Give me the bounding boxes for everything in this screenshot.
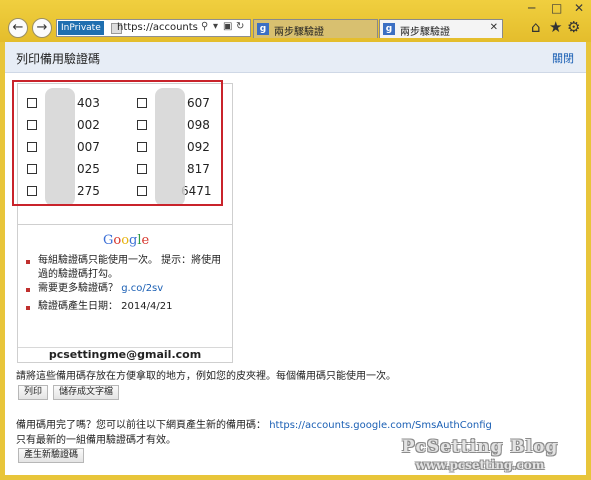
close-link[interactable]: 關閉 xyxy=(552,50,574,66)
tab-two-step-1[interactable]: g 兩步驟驗證 xyxy=(253,19,378,38)
regenerate-question: 備用碼用完了嗎？您可以前往以下網頁產生新的備用碼： xyxy=(16,420,266,431)
save-as-text-button[interactable]: 儲存成文字檔 xyxy=(53,385,120,400)
bullet-icon xyxy=(26,306,30,310)
generate-new-codes-button[interactable]: 產生新驗證碼 xyxy=(18,448,85,463)
print-button[interactable]: 列印 xyxy=(18,385,49,400)
page-title: 列印備用驗證碼 xyxy=(16,52,101,66)
minimize-button[interactable]: ─ xyxy=(528,2,535,14)
blog-watermark: PcSetting Blog www.pcsetting.com xyxy=(390,437,570,472)
page-content: 列印備用驗證碼 關閉 403 002 007 025 275 607 098 0… xyxy=(5,42,586,475)
note-usage: 每組驗證碼只能使用一次。 提示：將使用過的驗證碼打勾。 xyxy=(38,255,222,280)
watermark-title: PcSetting Blog xyxy=(401,437,559,457)
back-arrow-icon: ← xyxy=(12,20,24,35)
tab-close-icon[interactable]: ✕ xyxy=(490,22,498,33)
tab-label: 兩步驟驗證 xyxy=(274,27,324,38)
storage-instructions: 請將這些備用碼存放在方便拿取的地方，例如您的皮夾裡。每個備用碼只能使用一次。 xyxy=(16,371,396,382)
dropdown-icon[interactable]: ▾ xyxy=(213,21,218,32)
latest-valid-note: 只有最新的一組備用驗證碼才有效。 xyxy=(16,435,176,446)
google-favicon-icon: g xyxy=(257,23,269,35)
search-icon[interactable]: ⚲ xyxy=(201,21,208,32)
forward-button[interactable]: → xyxy=(32,18,52,38)
sms-auth-config-link[interactable]: https://accounts.google.com/SmsAuthConfi… xyxy=(269,420,492,431)
address-url[interactable]: https://accounts.g... xyxy=(117,22,199,33)
regenerate-text: 備用碼用完了嗎？您可以前往以下網頁產生新的備用碼： https://accoun… xyxy=(16,416,492,431)
more-codes-link[interactable]: g.co/2sv xyxy=(121,283,163,294)
account-email: pcsettingme@gmail.com xyxy=(18,347,232,362)
note-generated-date: 驗證碼產生日期： 2014/4/21 xyxy=(38,301,173,312)
tab-label: 兩步驟驗證 xyxy=(400,27,450,38)
google-logo: Google xyxy=(103,233,150,248)
bullet-icon xyxy=(26,260,30,264)
back-button[interactable]: ← xyxy=(8,18,28,38)
settings-gear-icon[interactable]: ⚙ xyxy=(567,18,580,36)
browser-chrome: ─ □ ✕ ← → InPrivate https://accounts.g..… xyxy=(0,0,591,42)
maximize-button[interactable]: □ xyxy=(551,2,562,14)
lock-icon[interactable]: ▣ xyxy=(223,21,232,32)
bullet-icon xyxy=(26,288,30,292)
note-more-codes-text: 需要更多驗證碼？ xyxy=(38,283,118,294)
tab-two-step-2[interactable]: g 兩步驟驗證 ✕ xyxy=(379,19,503,38)
address-bar[interactable]: InPrivate https://accounts.g... ⚲ ▾ ▣ ↻ xyxy=(56,19,251,37)
google-favicon-icon: g xyxy=(383,23,395,35)
note-more-codes: 需要更多驗證碼？ g.co/2sv xyxy=(38,282,228,296)
highlight-box xyxy=(12,80,223,206)
forward-arrow-icon: → xyxy=(36,20,48,35)
favorites-star-icon[interactable]: ★ xyxy=(549,18,562,36)
home-icon[interactable]: ⌂ xyxy=(531,18,541,36)
inprivate-badge: InPrivate xyxy=(58,21,104,35)
card-divider xyxy=(18,224,232,225)
page-header: 列印備用驗證碼 關閉 xyxy=(5,42,586,73)
window-close-button[interactable]: ✕ xyxy=(574,2,584,14)
refresh-icon[interactable]: ↻ xyxy=(236,21,244,32)
watermark-url: www.pcsetting.com xyxy=(415,458,545,472)
